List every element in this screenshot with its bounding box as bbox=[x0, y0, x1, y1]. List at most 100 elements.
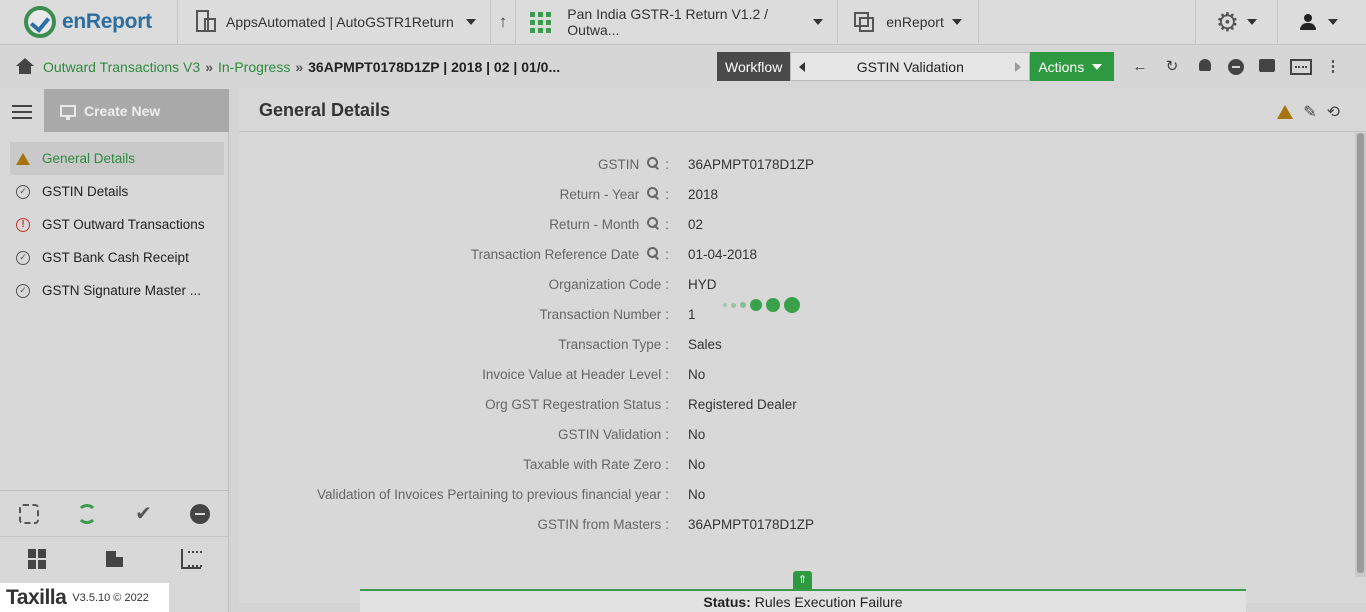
field-label-group: Transaction Number: bbox=[239, 307, 669, 322]
detail-row: Invoice Value at Header Level: No bbox=[239, 359, 1349, 389]
detail-row: Validation of Invoices Pertaining to pre… bbox=[239, 479, 1349, 509]
main-panel: General Details ✎ ⟲ GSTIN: 36APMPT0178D1Z… bbox=[239, 89, 1366, 603]
error-circle-icon: ! bbox=[16, 217, 30, 232]
field-colon: : bbox=[665, 396, 669, 412]
previous-stage-icon[interactable] bbox=[799, 61, 806, 72]
field-label: Transaction Number bbox=[539, 306, 662, 322]
building-icon bbox=[194, 10, 216, 32]
workflow-label: Workflow bbox=[717, 52, 791, 81]
field-label-group: GSTIN: bbox=[239, 157, 669, 172]
field-colon: : bbox=[665, 246, 669, 262]
check-circle-icon: ✓ bbox=[16, 283, 30, 298]
monitor-icon bbox=[60, 104, 76, 120]
settings-menu[interactable]: ⚙ bbox=[1194, 0, 1278, 44]
key-icon bbox=[647, 157, 661, 171]
keyboard-icon[interactable] bbox=[1289, 59, 1313, 79]
more-vertical-icon[interactable]: ⋮ bbox=[1324, 59, 1342, 75]
chevron-down-icon bbox=[813, 19, 824, 25]
history-icon[interactable]: ⟲ bbox=[1327, 102, 1340, 122]
home-icon[interactable] bbox=[16, 58, 34, 76]
scrollbar[interactable] bbox=[1355, 133, 1366, 577]
grid-icon bbox=[530, 11, 552, 33]
hamburger-menu-icon[interactable] bbox=[12, 105, 32, 119]
focus-icon[interactable] bbox=[19, 503, 40, 524]
field-label-group: GSTIN from Masters: bbox=[239, 517, 669, 532]
sync-icon[interactable] bbox=[77, 503, 98, 524]
dashboard-icon[interactable] bbox=[28, 549, 48, 569]
minus-circle-icon[interactable] bbox=[189, 503, 210, 524]
report-selector[interactable]: Pan India GSTR-1 Return V1.2 / Outwa... bbox=[516, 0, 839, 44]
check-circle-icon: ✓ bbox=[16, 250, 30, 265]
breadcrumb-in-progress[interactable]: In-Progress bbox=[218, 59, 290, 75]
context-selector[interactable]: enReport bbox=[838, 0, 980, 44]
sidebar-item-gstn-signature-master[interactable]: ✓ GSTN Signature Master ... bbox=[10, 274, 224, 307]
field-value: 01-04-2018 bbox=[688, 246, 758, 262]
loading-indicator bbox=[723, 297, 800, 313]
checkmark-icon[interactable]: ✔ bbox=[135, 501, 152, 526]
actions-button[interactable]: Actions bbox=[1030, 52, 1115, 81]
field-label: Organization Code bbox=[548, 276, 662, 292]
user-menu[interactable] bbox=[1278, 0, 1366, 44]
warning-icon[interactable] bbox=[1277, 105, 1294, 119]
sidebar-item-general-details[interactable]: General Details bbox=[10, 142, 224, 175]
field-label: Org GST Regestration Status bbox=[485, 396, 662, 412]
detail-row: Org GST Regestration Status: Registered D… bbox=[239, 389, 1349, 419]
details-form: GSTIN:36APMPT0178D1ZP Return - Year:2018 R… bbox=[239, 149, 1349, 539]
detail-row: Return - Month: 02 bbox=[239, 209, 1349, 239]
workflow-stage-selector[interactable]: GSTIN Validation bbox=[790, 52, 1031, 81]
breadcrumb-separator: » bbox=[205, 59, 213, 75]
back-arrow-icon[interactable]: ← bbox=[1131, 59, 1149, 75]
field-label: GSTIN from Masters bbox=[537, 516, 662, 532]
sidebar-item-label: GST Outward Transactions bbox=[42, 217, 205, 232]
chevron-down-icon bbox=[1092, 63, 1103, 70]
detail-row: Return - Year: 2018 bbox=[239, 179, 1349, 209]
field-label-group: Validation of Invoices Pertaining to pre… bbox=[239, 487, 669, 502]
app-selector[interactable]: AppsAutomated | AutoGSTR1Return bbox=[178, 0, 491, 44]
user-icon bbox=[1300, 14, 1316, 30]
field-label-group: Invoice Value at Header Level: bbox=[239, 367, 669, 382]
organization-icon[interactable] bbox=[104, 549, 124, 569]
sidebar-item-gstin-details[interactable]: ✓ GSTIN Details bbox=[10, 175, 224, 208]
bell-icon[interactable] bbox=[1196, 59, 1214, 75]
next-stage-icon[interactable] bbox=[1015, 61, 1022, 72]
edit-icon[interactable]: ✎ bbox=[1303, 102, 1316, 122]
field-label: Validation of Invoices Pertaining to pre… bbox=[317, 486, 662, 502]
chevron-down-icon bbox=[465, 19, 476, 25]
report-list-icon[interactable] bbox=[180, 549, 202, 569]
field-colon: : bbox=[665, 216, 669, 232]
detail-row: Transaction Reference Date: 01-04-2018 bbox=[239, 239, 1349, 269]
briefcase-icon[interactable] bbox=[1258, 59, 1276, 76]
minus-circle-icon[interactable] bbox=[1227, 59, 1245, 79]
field-value: No bbox=[688, 486, 706, 502]
detail-row: GSTIN: 36APMPT0178D1ZP bbox=[239, 149, 1349, 179]
field-colon: : bbox=[665, 336, 669, 352]
enreport-logo[interactable]: enReport bbox=[0, 0, 178, 44]
field-label-group: Transaction Reference Date: bbox=[239, 247, 669, 262]
field-colon: : bbox=[665, 156, 669, 172]
sidebar-item-gst-outward-transactions[interactable]: ! GST Outward Transactions bbox=[10, 208, 224, 241]
report-selector-label: Pan India GSTR-1 Return V1.2 / Outwa... bbox=[567, 6, 769, 38]
field-label-group: Taxable with Rate Zero: bbox=[239, 457, 669, 472]
field-value: No bbox=[688, 366, 706, 382]
up-arrow-icon[interactable]: ↑ bbox=[491, 0, 517, 44]
field-label-group: Transaction Type: bbox=[239, 337, 669, 352]
field-colon: : bbox=[665, 456, 669, 472]
field-value: No bbox=[688, 456, 706, 472]
field-colon: : bbox=[665, 486, 669, 502]
create-new-button[interactable]: Create New bbox=[44, 89, 229, 132]
breadcrumb-separator: » bbox=[295, 59, 304, 75]
field-colon: : bbox=[665, 306, 669, 322]
expand-status-icon[interactable]: ⇑ bbox=[793, 571, 812, 589]
breadcrumb-outward-transactions[interactable]: Outward Transactions V3 bbox=[43, 59, 200, 75]
chevron-down-icon bbox=[951, 19, 962, 25]
status-text: Rules Execution Failure bbox=[754, 594, 903, 610]
field-label-group: Organization Code: bbox=[239, 277, 669, 292]
field-value: Sales bbox=[688, 336, 722, 352]
key-icon bbox=[647, 217, 661, 231]
sidebar-nav: General Details ✓ GSTIN Details ! GST Ou… bbox=[10, 142, 224, 307]
refresh-icon[interactable]: ↻ bbox=[1163, 59, 1181, 75]
sidebar-item-gst-bank-cash-receipt[interactable]: ✓ GST Bank Cash Receipt bbox=[10, 241, 224, 274]
field-label-group: GSTIN Validation: bbox=[239, 427, 669, 442]
field-label: GSTIN bbox=[597, 156, 640, 172]
taxilla-brand: Taxilla V3.5.10 © 2022 bbox=[0, 583, 169, 612]
